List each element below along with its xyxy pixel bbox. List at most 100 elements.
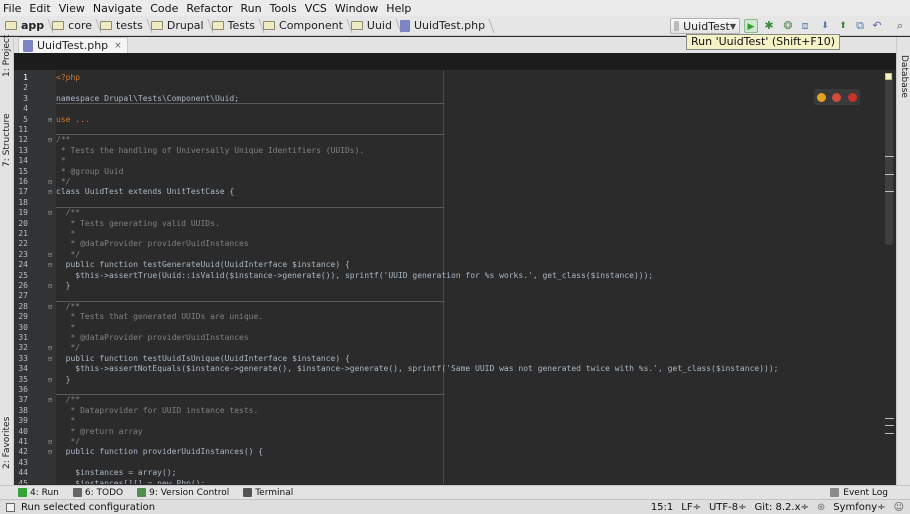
framework-indicator[interactable]: Symfony÷: [833, 502, 885, 513]
fold-marker-icon[interactable]: ⊟: [48, 343, 52, 353]
code-line[interactable]: 31 * @dataProvider providerUuidInstances: [14, 333, 894, 343]
run-configuration-select[interactable]: UuidTest ▼: [670, 18, 740, 34]
menu-code[interactable]: Code: [146, 2, 182, 15]
code-editor[interactable]: 1 <?php 2 3 namespace Drupal\Tests\Component…: [14, 53, 896, 484]
menu-navigate[interactable]: Navigate: [89, 2, 146, 15]
menu-window[interactable]: Window: [331, 2, 382, 15]
code-line[interactable]: 16 ⊟ */: [14, 177, 894, 187]
vcs-update-icon[interactable]: ⬇: [818, 19, 832, 33]
code-line[interactable]: 45 $instances[][] = new Php();: [14, 479, 894, 484]
menu-edit[interactable]: Edit: [25, 2, 54, 15]
code-line[interactable]: 1 <?php: [14, 73, 894, 83]
stop-debugger-button[interactable]: ⧈: [798, 19, 812, 33]
inspection-status-icon[interactable]: [885, 73, 892, 80]
search-icon[interactable]: ⌕: [893, 19, 907, 33]
breadcrumb-item[interactable]: Uuid: [348, 16, 397, 36]
git-branch[interactable]: Git: 8.2.x÷: [755, 502, 809, 513]
breadcrumb-item[interactable]: tests: [97, 16, 148, 36]
code-line[interactable]: 28 ⊟ /**: [14, 302, 894, 312]
breadcrumb-item[interactable]: Tests: [209, 16, 260, 36]
opera-icon[interactable]: [847, 92, 857, 102]
error-stripe-mark[interactable]: [885, 156, 894, 157]
code-line[interactable]: 17 ⊟ class UuidTest extends UnitTestCase {: [14, 187, 894, 197]
code-line[interactable]: 41 ⊟ */: [14, 437, 894, 447]
menu-help[interactable]: Help: [382, 2, 415, 15]
line-separator[interactable]: LF÷: [681, 502, 701, 513]
revert-icon[interactable]: ↶: [870, 19, 884, 33]
fold-marker-icon[interactable]: ⊟: [48, 177, 52, 187]
code-line[interactable]: 5 ⊞ use ...: [14, 115, 894, 125]
breadcrumb-item[interactable]: core: [49, 16, 97, 36]
tool-window-todo[interactable]: 6: TODO: [72, 488, 123, 498]
code-line[interactable]: 25 $this->assertTrue(Uuid::isValid($inst…: [14, 271, 894, 281]
favorites-tool-tab[interactable]: 2: Favorites: [2, 417, 12, 469]
caret-position[interactable]: 15:1: [651, 502, 673, 513]
tab-uuidtest-php[interactable]: UuidTest.php ×: [18, 37, 128, 53]
code-line[interactable]: 2: [14, 83, 894, 93]
fold-marker-icon[interactable]: ⊟: [48, 395, 52, 405]
code-line[interactable]: 14 *: [14, 156, 894, 166]
fold-marker-icon[interactable]: ⊟: [48, 260, 52, 270]
code-line[interactable]: 29 * Tests that generated UUIDs are uniq…: [14, 312, 894, 322]
code-line[interactable]: 19 ⊟ /**: [14, 208, 894, 218]
code-line[interactable]: 37 ⊟ /**: [14, 395, 894, 405]
code-line[interactable]: 35 ⊟ }: [14, 375, 894, 385]
error-stripe-mark[interactable]: [885, 418, 894, 419]
menu-vcs[interactable]: VCS: [301, 2, 331, 15]
fold-marker-icon[interactable]: ⊟: [48, 135, 52, 145]
code-line[interactable]: 32 ⊟ */: [14, 343, 894, 353]
database-tool-tab[interactable]: Database: [899, 55, 909, 98]
fold-marker-icon[interactable]: ⊟: [48, 437, 52, 447]
project-tool-tab[interactable]: 1: Project: [2, 35, 12, 77]
menu-file[interactable]: File: [0, 2, 25, 15]
code-line[interactable]: 38 * Dataprovider for UUID instance test…: [14, 406, 894, 416]
coverage-button[interactable]: ❂: [781, 19, 795, 33]
code-line[interactable]: 43: [14, 458, 894, 468]
breadcrumb-item[interactable]: app: [2, 16, 49, 36]
vcs-history-icon[interactable]: ⧉: [853, 19, 867, 33]
tool-window-run[interactable]: 4: Run: [18, 488, 59, 498]
menu-view[interactable]: View: [55, 2, 89, 15]
fold-marker-icon[interactable]: ⊟: [48, 354, 52, 364]
code-line[interactable]: 44 $instances = array();: [14, 468, 894, 478]
error-stripe-mark[interactable]: [885, 433, 894, 434]
menu-run[interactable]: Run: [237, 2, 266, 15]
error-stripe-mark[interactable]: [885, 191, 894, 192]
close-icon[interactable]: ×: [114, 41, 122, 51]
code-line[interactable]: 23 ⊟ */: [14, 250, 894, 260]
code-line[interactable]: 22 * @dataProvider providerUuidInstances: [14, 239, 894, 249]
code-line[interactable]: 39 *: [14, 416, 894, 426]
code-line[interactable]: 24 ⊟ public function testGenerateUuid(Uui…: [14, 260, 894, 270]
debug-button[interactable]: ✱: [762, 19, 776, 33]
code-line[interactable]: 40 * @return array: [14, 427, 894, 437]
structure-tool-tab[interactable]: 7: Structure: [2, 114, 12, 168]
fold-marker-icon[interactable]: ⊟: [48, 250, 52, 260]
code-line[interactable]: 33 ⊟ public function testUuidIsUnique(Uui…: [14, 354, 894, 364]
code-line[interactable]: 42 ⊟ public function providerUuidInstance…: [14, 447, 894, 457]
code-line[interactable]: 21 *: [14, 229, 894, 239]
vertical-scrollbar[interactable]: [885, 73, 893, 245]
file-encoding[interactable]: UTF-8÷: [709, 502, 747, 513]
fold-marker-icon[interactable]: ⊞: [48, 115, 52, 125]
event-log-button[interactable]: Event Log: [830, 488, 888, 498]
fold-marker-icon[interactable]: ⊟: [48, 375, 52, 385]
lock-icon[interactable]: ⊕: [817, 502, 825, 513]
fold-marker-icon[interactable]: ⊟: [48, 281, 52, 291]
vcs-commit-icon[interactable]: ⬆: [836, 19, 850, 33]
code-line[interactable]: 20 * Tests generating valid UUIDs.: [14, 219, 894, 229]
fold-marker-icon[interactable]: ⊟: [48, 208, 52, 218]
fold-marker-icon[interactable]: ⊟: [48, 302, 52, 312]
code-line[interactable]: 4: [14, 104, 894, 114]
code-line[interactable]: 13 * Tests the handling of Universally U…: [14, 146, 894, 156]
firefox-icon[interactable]: [832, 92, 842, 102]
tool-window-toggle-icon[interactable]: [6, 502, 15, 512]
error-stripe-mark[interactable]: [885, 174, 894, 175]
run-button[interactable]: ▶: [744, 19, 758, 33]
code-line[interactable]: 34 $this->assertNotEquals($instance->gen…: [14, 364, 894, 374]
inspector-icon[interactable]: ☺: [894, 502, 904, 513]
tool-window-vcs[interactable]: 9: Version Control: [137, 488, 229, 498]
tool-window-terminal[interactable]: Terminal: [243, 488, 293, 498]
code-line[interactable]: 15 * @group Uuid: [14, 167, 894, 177]
code-line[interactable]: 30 *: [14, 323, 894, 333]
fold-marker-icon[interactable]: ⊟: [48, 447, 52, 457]
